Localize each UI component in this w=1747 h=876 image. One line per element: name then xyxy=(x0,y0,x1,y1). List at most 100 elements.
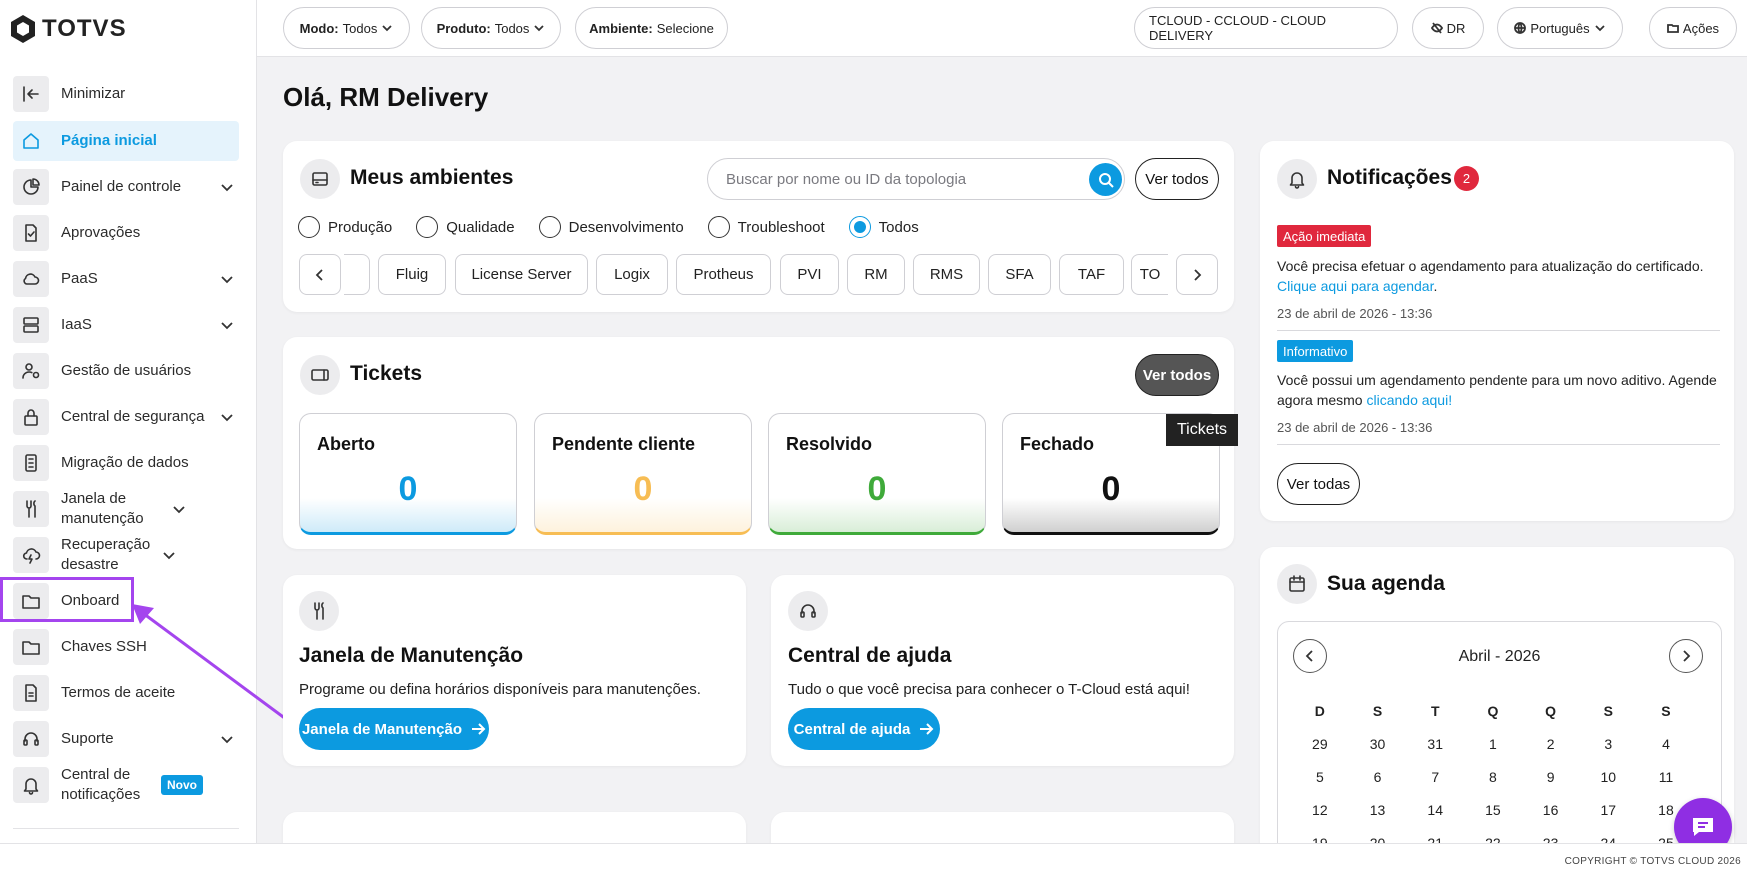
language-selector[interactable]: Português xyxy=(1497,7,1623,49)
calendar-day[interactable]: 2 xyxy=(1522,736,1580,752)
sidebar-item-iaas[interactable]: IaaS xyxy=(13,305,239,345)
cloud-icon xyxy=(23,273,40,285)
chip-partial[interactable] xyxy=(344,254,370,295)
ticket-card-resolvido[interactable]: Resolvido 0 xyxy=(768,413,986,535)
copyright-text: COPYRIGHT © TOTVS CLOUD 2026 xyxy=(1564,856,1741,867)
filter-todos[interactable]: Todos xyxy=(848,216,919,238)
radio-desenvolvimento[interactable] xyxy=(538,216,561,238)
calendar-day[interactable]: 7 xyxy=(1406,769,1464,785)
calendar-icon xyxy=(1289,575,1305,592)
user-settings-icon xyxy=(22,363,40,379)
chip-license-server[interactable]: License Server xyxy=(455,254,588,295)
radio-todos[interactable] xyxy=(848,216,871,238)
sidebar-item-painel-de-controle[interactable]: Painel de controle xyxy=(13,167,239,207)
sidebar-item-central-de-seguranca[interactable]: Central de segurança xyxy=(13,397,239,437)
chip-fluig[interactable]: Fluig xyxy=(378,254,446,295)
server-icon xyxy=(23,317,39,333)
chevron-left-icon xyxy=(315,268,323,281)
chip-protheus[interactable]: Protheus xyxy=(676,254,771,295)
produto-value: Todos xyxy=(494,20,530,36)
calendar-day[interactable]: 8 xyxy=(1464,769,1522,785)
calendar-day[interactable]: 9 xyxy=(1522,769,1580,785)
ticket-card-aberto[interactable]: Aberto 0 xyxy=(299,413,517,535)
calendar-day[interactable]: 15 xyxy=(1464,802,1522,818)
sidebar-divider xyxy=(13,828,239,829)
arrow-right-icon xyxy=(472,723,486,735)
modo-filter[interactable]: Modo: Todos xyxy=(283,7,410,49)
radio-producao[interactable] xyxy=(298,216,320,238)
calendar-day[interactable]: 14 xyxy=(1406,802,1464,818)
calendar-day[interactable]: 4 xyxy=(1637,736,1695,752)
chip-taf[interactable]: TAF xyxy=(1059,254,1124,295)
ambiente-filter[interactable]: Ambiente: Selecione xyxy=(575,7,728,49)
chevron-down-icon xyxy=(221,184,233,192)
collapse-icon xyxy=(23,86,39,102)
dr-button[interactable]: DR xyxy=(1412,7,1484,49)
chevron-right-icon xyxy=(1683,650,1691,662)
chip-pvi[interactable]: PVI xyxy=(780,254,839,295)
calendar-day[interactable]: 17 xyxy=(1579,802,1637,818)
sidebar-item-minimizar[interactable]: Minimizar xyxy=(13,74,239,114)
calendar-day[interactable]: 16 xyxy=(1522,802,1580,818)
tag-informativo: Informativo xyxy=(1277,340,1354,362)
ticket-card-pendente[interactable]: Pendente cliente 0 xyxy=(534,413,752,535)
sidebar-item-recuperacao-desastre[interactable]: Recuperação desastre xyxy=(13,535,239,575)
calendar-day[interactable]: 11 xyxy=(1637,769,1695,785)
ajuda-button[interactable]: Central de ajuda xyxy=(788,708,940,750)
calendar-day[interactable]: 13 xyxy=(1349,802,1407,818)
calendar-day[interactable]: 3 xyxy=(1579,736,1637,752)
totvs-logo[interactable]: TOTVS xyxy=(10,12,127,46)
filter-troubleshoot[interactable]: Troubleshoot xyxy=(707,216,825,238)
sidebar-item-migracao-de-dados[interactable]: Migração de dados xyxy=(13,443,239,483)
search-button[interactable] xyxy=(1089,163,1122,196)
bell-icon xyxy=(1289,172,1305,189)
produto-filter[interactable]: Produto: Todos xyxy=(421,7,561,49)
chip-logix[interactable]: Logix xyxy=(596,254,668,295)
calendar-day[interactable]: 1 xyxy=(1464,736,1522,752)
chips-next-button[interactable] xyxy=(1176,254,1218,295)
new-badge: Novo xyxy=(161,775,203,795)
calendar-day[interactable]: 12 xyxy=(1291,802,1349,818)
cloud-selector[interactable]: TCLOUD - CCLOUD - CLOUD DELIVERY xyxy=(1134,7,1398,49)
calendar-week: 5 6 7 8 9 10 11 xyxy=(1291,760,1695,793)
topology-search-input[interactable] xyxy=(707,158,1125,200)
sidebar-item-central-de-notificacoes[interactable]: Central de notificações Novo xyxy=(13,765,239,805)
actions-button[interactable]: Ações xyxy=(1649,7,1737,49)
chip-to[interactable]: TO xyxy=(1131,254,1168,295)
sidebar-item-paas[interactable]: PaaS xyxy=(13,259,239,299)
filter-producao[interactable]: Produção xyxy=(298,216,392,238)
filter-qualidade[interactable]: Qualidade xyxy=(416,216,515,238)
ticket-value: 0 xyxy=(1101,470,1121,508)
chips-prev-button[interactable] xyxy=(299,254,341,295)
calendar-day[interactable]: 29 xyxy=(1291,736,1349,752)
tickets-ver-todos-button[interactable]: Ver todos xyxy=(1135,354,1219,396)
server-icon xyxy=(312,172,328,186)
manutencao-button[interactable]: Janela de Manutenção xyxy=(299,708,489,750)
sidebar-item-pagina-inicial[interactable]: Página inicial xyxy=(13,121,239,161)
calendar-next-button[interactable] xyxy=(1669,639,1703,673)
calendar-day[interactable]: 6 xyxy=(1349,769,1407,785)
notification-link-clicando[interactable]: clicando aqui! xyxy=(1366,392,1452,408)
tickets-tooltip: Tickets xyxy=(1166,414,1238,446)
calendar-day[interactable]: 10 xyxy=(1579,769,1637,785)
notification-text: Você precisa efetuar o agendamento para … xyxy=(1277,258,1704,294)
chip-rms[interactable]: RMS xyxy=(913,254,980,295)
notification-link-agendar[interactable]: Clique aqui para agendar xyxy=(1277,278,1433,294)
headset-icon xyxy=(23,732,39,746)
filter-desenvolvimento[interactable]: Desenvolvimento xyxy=(538,216,684,238)
sidebar-item-gestao-de-usuarios[interactable]: Gestão de usuários xyxy=(13,351,239,391)
footer: COPYRIGHT © TOTVS CLOUD 2026 xyxy=(0,843,1747,876)
notification-count-badge: 2 xyxy=(1454,166,1479,191)
calendar-day[interactable]: 30 xyxy=(1349,736,1407,752)
radio-troubleshoot[interactable] xyxy=(707,216,730,238)
calendar-day[interactable]: 5 xyxy=(1291,769,1349,785)
chip-sfa[interactable]: SFA xyxy=(988,254,1051,295)
ver-todas-button[interactable]: Ver todas xyxy=(1277,463,1360,505)
sidebar-item-aprovacoes[interactable]: Aprovações xyxy=(13,213,239,253)
radio-qualidade[interactable] xyxy=(416,216,439,238)
weekday: S xyxy=(1661,702,1671,719)
chip-rm[interactable]: RM xyxy=(847,254,905,295)
ambientes-ver-todos-button[interactable]: Ver todos xyxy=(1135,158,1219,200)
sidebar-item-janela-de-manutencao[interactable]: Janela de manutenção xyxy=(13,489,239,529)
calendar-day[interactable]: 31 xyxy=(1406,736,1464,752)
